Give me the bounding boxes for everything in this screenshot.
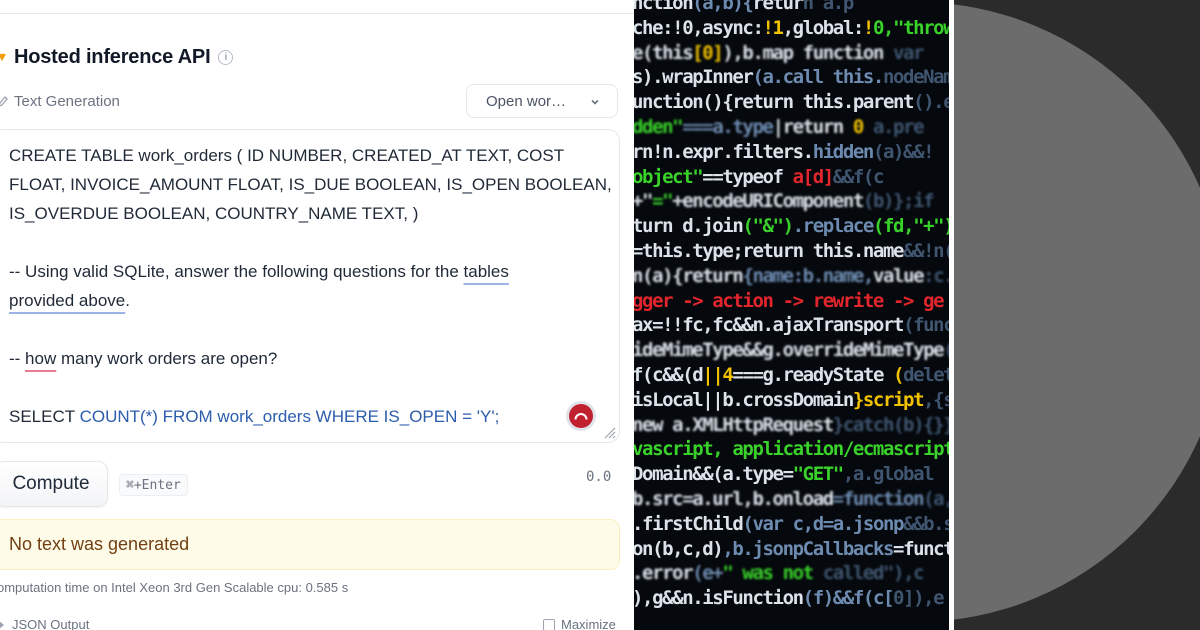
code-line: e(this[0]),b.map function var xyxy=(634,41,925,64)
info-icon[interactable]: i xyxy=(218,49,234,65)
prompt-line: provided above. xyxy=(9,291,130,310)
widget-header: Hosted inference API i xyxy=(0,42,234,72)
prompt-line: -- Using valid SQLite, answer the follow… xyxy=(9,262,509,281)
prompt-textarea[interactable]: CREATE TABLE work_orders ( ID NUMBER, CR… xyxy=(0,129,620,443)
code-line: .firstChild(var c,d=a.jsonp&&b.s xyxy=(634,512,949,535)
code-line: on(b,c,d),b.jsonpCallbacks=function(a, xyxy=(634,537,949,560)
code-line: dden"===a.type|return 0 a.pre xyxy=(634,116,925,138)
code-line: ),g&&n.isFunction(f)&&f(c[0]),e xyxy=(634,587,945,610)
compute-button[interactable]: Compute xyxy=(0,461,108,507)
code-line: +"="+encodeURIComponent(b)};if xyxy=(634,190,935,213)
prompt-line: IS_OVERDUE BOOLEAN, COUNTRY_NAME TEXT, ) xyxy=(9,204,419,223)
grammar-icon xyxy=(569,404,593,428)
code-photo: nction(a,b){return a.p che:!0,async:!1,gl… xyxy=(634,0,949,630)
code-line: che:!0,async:!1,global:!0,"throw" xyxy=(634,16,949,39)
code-line: gger -> action -> rewrite -> ge xyxy=(634,289,945,312)
chevron-down-icon xyxy=(591,99,599,105)
code-line: f(c&&(d||4===g.readyState (delete xyxy=(634,364,949,386)
code-line: Domain&&(a.type="GET",a.global xyxy=(634,463,935,486)
code-line: turn d.join("&").replace(fd,"+") xyxy=(634,215,949,238)
task-type: Text Generation xyxy=(0,88,120,114)
code-line: ideMimeType&&g.overrideMimeType(f xyxy=(634,339,949,362)
code-line: isLocal||b.crossDomain}script,{st xyxy=(634,388,949,411)
maximize-label: Maximize xyxy=(561,617,616,630)
resize-handle-icon[interactable] xyxy=(602,425,616,439)
decorative-panel xyxy=(954,0,1200,630)
json-output-toggle[interactable]: JSON Output xyxy=(0,617,89,630)
widget-title: Hosted inference API xyxy=(14,45,211,68)
code-line: rn!n.expr.filters.hidden(a)&&! xyxy=(634,140,935,163)
examples-dropdown-label: Open wor… xyxy=(486,92,567,110)
pencil-icon xyxy=(0,96,8,107)
code-line: vascript, application/ecmascript, a xyxy=(634,438,949,461)
prompt-line: SELECT COUNT(*) FROM work_orders WHERE I… xyxy=(9,407,500,426)
maximize-icon xyxy=(543,618,555,630)
top-divider xyxy=(0,13,634,14)
code-line: unction(){return this.parent().ea xyxy=(634,91,949,114)
lightning-icon xyxy=(0,53,7,61)
code-line: object"==typeof a[d]&&f(c xyxy=(634,165,884,188)
code-line: .error(e+" was not called"),c xyxy=(634,562,925,585)
grammar-assistant-button[interactable] xyxy=(566,401,596,431)
maximize-button[interactable]: Maximize xyxy=(543,617,616,630)
code-line: nction(a,b){return a.p xyxy=(634,0,854,14)
decorative-circle xyxy=(954,2,1200,622)
inference-widget: Hosted inference API i Text Generation O… xyxy=(0,0,634,630)
code-line: =this.type;return this.name&&!n(t xyxy=(634,240,949,262)
task-label: Text Generation xyxy=(14,92,120,110)
compute-button-label: Compute xyxy=(12,473,90,494)
computation-time: omputation time on Intel Xeon 3rd Gen Sc… xyxy=(0,580,349,595)
keyboard-shortcut: ⌘+Enter xyxy=(119,474,188,496)
examples-dropdown[interactable]: Open wor… xyxy=(466,84,618,118)
code-line: ax=!!fc,fc&&n.ajaxTransport(functi xyxy=(634,314,949,337)
result-message: No text was generated xyxy=(9,534,190,554)
code-line: n(a){return{name:b.name,value:c.rep xyxy=(634,264,949,287)
prompt-line: CREATE TABLE work_orders ( ID NUMBER, CR… xyxy=(9,146,565,165)
prompt-line: FLOAT, INVOICE_AMOUNT FLOAT, IS_DUE BOOL… xyxy=(9,175,612,194)
prompt-line: -- how many work orders are open? xyxy=(9,349,278,368)
json-output-label: JSON Output xyxy=(12,617,90,630)
code-line: new a.XMLHttpRequest}catch(b){}}} xyxy=(634,413,949,436)
code-line: s).wrapInner(a.call this.nodeName xyxy=(634,66,949,89)
result-output: No text was generated xyxy=(0,519,620,570)
code-line: b.src=a.url,b.onload=function(a, xyxy=(634,488,949,510)
score-value: 0.0 xyxy=(586,469,612,485)
caret-right-icon xyxy=(0,621,4,628)
